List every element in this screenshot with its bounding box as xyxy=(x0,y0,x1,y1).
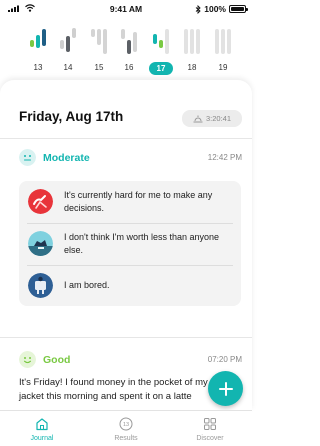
add-entry-button[interactable] xyxy=(208,371,243,406)
entry-time: 12:42 PM xyxy=(207,153,242,162)
entry-time: 07:20 PM xyxy=(207,355,242,364)
day-number: 13 xyxy=(33,63,43,72)
day-15[interactable]: 15 xyxy=(89,22,109,78)
thought-text: I don't think I'm worth less than anyone… xyxy=(64,231,220,255)
tab-label: Results xyxy=(114,435,138,442)
thought-item[interactable]: I don't think I'm worth less than anyone… xyxy=(19,223,241,264)
battery-percent: 100% xyxy=(204,4,226,14)
tab-label: Journal xyxy=(30,435,54,442)
home-icon xyxy=(36,418,48,431)
tab-discover[interactable]: Discover xyxy=(168,411,252,446)
entry-header-moderate[interactable]: Moderate 12:42 PM xyxy=(0,149,252,169)
journal-date-title: Friday, Aug 17th xyxy=(19,109,124,124)
sunrise-icon xyxy=(193,115,203,122)
bluetooth-icon xyxy=(195,4,201,14)
day-14[interactable]: 14 xyxy=(58,22,78,78)
day-number: 19 xyxy=(218,63,228,72)
plus-icon xyxy=(218,381,233,396)
day-mood-bars xyxy=(182,26,202,56)
sleep-time-chip[interactable]: 3:20:41 xyxy=(182,110,242,127)
bored-icon xyxy=(28,273,53,298)
day-mood-bars xyxy=(213,26,233,56)
status-bar: 9:41 AM 100% xyxy=(0,0,252,18)
good-face-icon xyxy=(19,351,36,368)
day-number: 18 xyxy=(187,63,197,72)
day-number-selected: 17 xyxy=(149,62,173,75)
day-16[interactable]: 16 xyxy=(119,22,139,78)
entry-note: It's Friday! I found money in the pocket… xyxy=(19,377,208,402)
grid-icon xyxy=(204,418,216,430)
thought-text: It's currently hard for me to make any d… xyxy=(64,189,213,213)
day-13[interactable]: 13 xyxy=(28,22,48,78)
status-right: 100% xyxy=(195,4,248,14)
divider xyxy=(0,138,252,139)
day-mood-bars xyxy=(151,26,171,56)
day-mood-bars xyxy=(58,26,78,56)
tab-bar: Journal 13 Results Discover xyxy=(0,410,252,446)
tab-results[interactable]: 13 Results xyxy=(84,411,168,446)
day-17[interactable]: 17 xyxy=(149,22,173,78)
decision-icon xyxy=(28,189,53,214)
journal-sheet: Friday, Aug 17th 3:20:41 Moderate 12:42 … xyxy=(0,80,252,410)
sleep-time-value: 3:20:41 xyxy=(205,114,232,123)
day-mood-bars xyxy=(89,26,109,56)
entry-mood-label: Good xyxy=(43,354,71,366)
thoughts-card: It's currently hard for me to make any d… xyxy=(19,181,241,306)
week-strip: 13 14 15 16 17 18 19 xyxy=(0,22,252,78)
day-19[interactable]: 19 xyxy=(213,22,233,78)
day-number: 16 xyxy=(124,63,134,72)
thought-item[interactable]: I am bored. xyxy=(19,265,241,306)
tab-journal[interactable]: Journal xyxy=(0,411,84,446)
day-mood-bars xyxy=(119,26,139,56)
day-number: 15 xyxy=(94,63,104,72)
day-18[interactable]: 18 xyxy=(182,22,202,78)
day-mood-bars xyxy=(28,26,48,56)
thought-item[interactable]: It's currently hard for me to make any d… xyxy=(19,181,241,222)
entry-mood-label: Moderate xyxy=(43,152,90,164)
results-badge: 13 xyxy=(123,422,129,428)
tab-label: Discover xyxy=(196,435,224,442)
battery-icon xyxy=(229,5,248,13)
moderate-face-icon xyxy=(19,149,36,166)
divider xyxy=(0,337,252,338)
day-number: 14 xyxy=(63,63,73,72)
worth-icon xyxy=(28,231,53,256)
thought-text: I am bored. xyxy=(64,280,110,290)
calendar-icon: 13 xyxy=(119,417,133,431)
entry-header-good[interactable]: Good 07:20 PM xyxy=(0,351,252,371)
